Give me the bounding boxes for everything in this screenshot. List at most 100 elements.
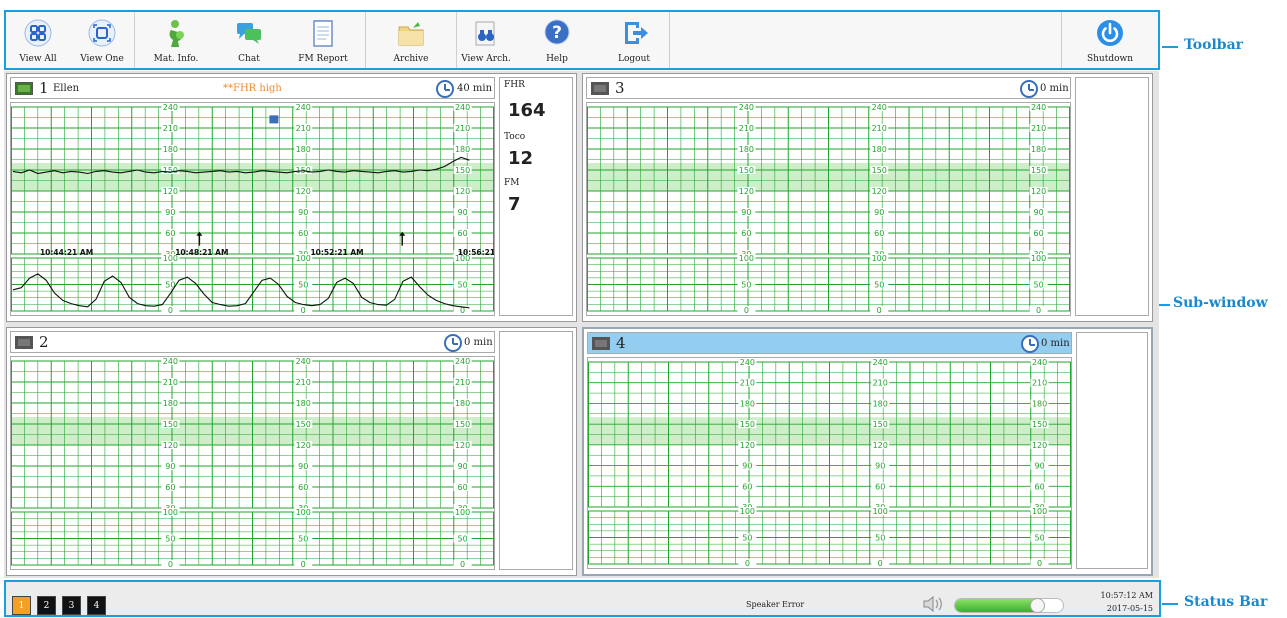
bed-4-header[interactable]: 4 0 min [587,332,1072,354]
fhr-scale-label: 60 [1035,482,1045,491]
view-one-button[interactable]: View One [70,12,134,68]
logout-button[interactable]: Logout [599,12,669,68]
fhr-scale-label: 150 [455,166,470,175]
fhr-scale-label: 120 [455,187,470,196]
fhr-scale-label: 180 [455,399,470,408]
subwindow-callout: Sub-window [1173,295,1268,311]
recording-duration: 0 min [1041,338,1070,349]
fhr-label: FHR [504,80,525,90]
page-3-button[interactable]: 3 [62,596,81,615]
maternal-info-label: Mat. Info. [153,54,199,64]
fhr-scale-label: 150 [455,420,470,429]
fhr-scale-label: 210 [455,124,470,133]
fhr-scale-label: 210 [163,124,178,133]
fhr-scale-label: 150 [872,166,887,175]
ctg-chart: 2402101801501209060301005002402101801501… [587,103,1070,315]
monitor-icon [15,336,33,349]
fhr-scale-label: 60 [458,229,468,238]
clock-date: 2017-05-15 [1106,604,1153,613]
toolbar-callout: Toolbar [1184,37,1244,53]
page-1-button[interactable]: 1 [12,596,31,615]
fhr-scale-label: 120 [872,187,887,196]
fhr-scale-label: 240 [872,103,887,112]
archive-label: Archive [393,54,429,64]
archive-button[interactable]: Archive [366,12,456,68]
volume-knob[interactable] [1030,598,1046,613]
fhr-scale-label: 60 [298,483,308,492]
fhr-scale-label: 180 [163,399,178,408]
single-view-icon [88,19,116,47]
toco-scale-label: 100 [296,508,311,517]
fhr-scale-label: 120 [1031,187,1046,196]
bed-2-header[interactable]: 2 0 min [10,331,495,353]
logout-icon [625,22,648,44]
fhr-scale-label: 150 [739,166,754,175]
fm-value: 7 [508,194,521,215]
fhr-scale-label: 240 [739,103,754,112]
fhr-scale-label: 90 [165,208,175,217]
view-all-button[interactable]: View All [6,12,70,68]
clock-icon [1021,335,1039,353]
toco-scale-label: 50 [742,534,752,543]
ctg-chart: 2402101801501209060301005002402101801501… [588,358,1071,568]
page-2-button[interactable]: 2 [37,596,56,615]
toco-scale-label: 50 [298,535,308,544]
toco-scale-label: 50 [875,534,885,543]
fhr-scale-label: 210 [739,124,754,133]
maternal-info-button[interactable]: Mat. Info. [135,12,217,68]
bed-3-subwindow[interactable]: 3 0 min 24021018015012090603010050024021… [582,73,1153,322]
page-4-button[interactable]: 4 [87,596,106,615]
bed-4-subwindow[interactable]: 4 0 min 24021018015012090603010050024021… [582,327,1153,576]
fhr-scale-label: 60 [741,229,751,238]
toolbar-callout-line [1162,46,1178,48]
fhr-scale-label: 150 [163,166,178,175]
toco-scale-label: 0 [1036,306,1041,315]
speaker-icon[interactable] [922,595,944,613]
fhr-scale-label: 150 [296,420,311,429]
toco-value: 12 [508,148,534,169]
logout-label: Logout [618,54,650,64]
fhr-scale-label: 240 [873,358,888,367]
help-button[interactable]: ? Help [515,12,599,68]
bed-1-header[interactable]: 1 Ellen **FHR high 40 min [10,77,495,99]
toco-scale-label: 100 [873,507,888,516]
view-archive-label: View Arch. [461,54,511,64]
fhr-scale-label: 120 [873,441,888,450]
toco-scale-label: 0 [878,559,883,568]
shutdown-button[interactable]: Shutdown [1062,12,1158,68]
toco-scale-label: 0 [168,306,173,315]
bed-3-trace-chart: 2402101801501209060301005002402101801501… [586,102,1071,316]
status-message: Speaker Error [746,600,805,609]
toco-scale-label: 50 [165,535,175,544]
fhr-scale-label: 180 [296,399,311,408]
view-archive-button[interactable]: View Arch. [457,12,515,68]
fhr-scale-label: 90 [1034,208,1044,217]
fhr-scale-label: 60 [875,482,885,491]
fhr-scale-label: 150 [1031,166,1046,175]
fm-report-button[interactable]: FM Report [281,12,365,68]
help-label: Help [546,54,568,64]
toolbar-empty-area [670,12,1061,68]
toco-scale-label: 100 [296,254,311,263]
toco-scale-label: 100 [163,508,178,517]
fm-label: FM [504,178,520,188]
fhr-value: 164 [508,100,546,121]
time-label: 10:44:21 AM [40,248,93,257]
toco-scale-label: 50 [1034,281,1044,290]
toco-label: Toco [504,132,526,142]
bed-3-header[interactable]: 3 0 min [586,77,1071,99]
fhr-scale-label: 240 [296,103,311,112]
fhr-scale-label: 150 [1032,420,1047,429]
bed-1-subwindow[interactable]: 1 Ellen **FHR high 40 min 240 210 180 150 12… [6,73,577,322]
ctg-chart: 2402101801501209060301005002402101801501… [11,357,494,569]
view-one-label: View One [80,54,124,64]
chat-button[interactable]: Chat [217,12,281,68]
volume-slider[interactable] [954,598,1064,613]
bed-2-subwindow[interactable]: 2 0 min 24021018015012090603010050024021… [6,327,577,576]
fhr-scale-label: 90 [165,462,175,471]
bed-number: 2 [39,333,49,351]
clock-icon [444,334,462,352]
statusbar-callout: Status Bar [1184,594,1268,610]
fhr-scale-label: 180 [739,145,754,154]
patient-name: Ellen [53,83,80,94]
